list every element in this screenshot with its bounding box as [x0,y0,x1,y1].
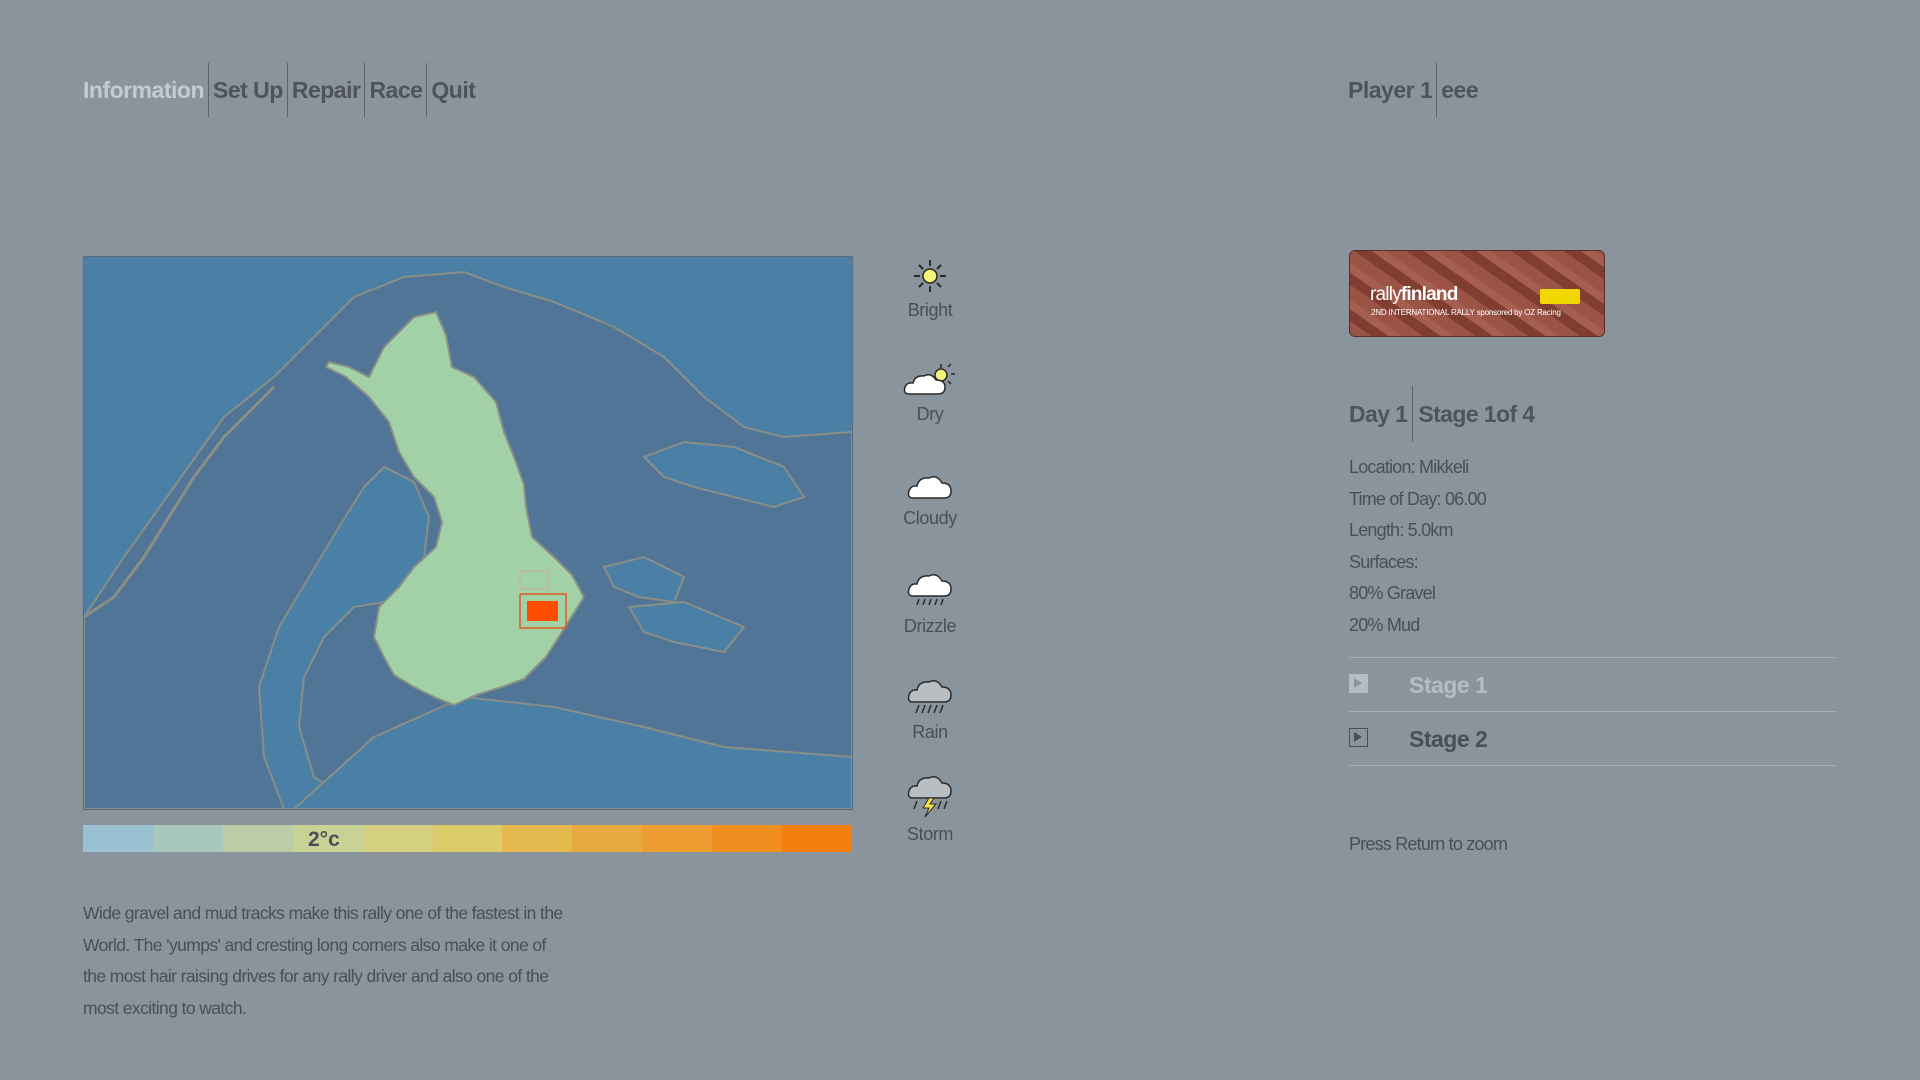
surface-gravel: 80% Gravel [1349,583,1436,603]
player-label: Player 1 [1348,77,1433,103]
stage-header: Day 1 Stage 1of 4 [1349,386,1539,442]
storm-icon [907,776,952,818]
banner-title: rallyfinland [1370,284,1458,305]
main-menu: Information Set Up Repair Race Quit [83,63,479,117]
temperature-value: 2°c [308,828,340,851]
stage-item-2[interactable]: Stage 2 [1349,712,1836,766]
play-arrow-icon [1349,674,1368,693]
weather-label: Rain [912,722,948,742]
player-name: eee [1436,63,1482,117]
weather-label: Cloudy [903,508,957,528]
stage-info: Location: Mikkeli Time of Day: 06.00 Len… [1349,452,1487,641]
sun-icon [914,260,946,292]
finland-map-icon [84,257,852,809]
player-header: Player 1 eee [1348,63,1482,117]
weather-drizzle: Drizzle [880,570,980,637]
tab-information[interactable]: Information [83,63,208,117]
banner-subtitle: 2ND INTERNATIONAL RALLY sponsored by OZ … [1371,308,1561,317]
weather-dry: Dry [880,362,980,425]
surface-mud: 20% Mud [1349,614,1420,635]
oz-racing-logo [1540,289,1580,304]
drizzle-icon [907,574,952,606]
weather-label: Drizzle [903,616,957,636]
rally-finland-banner: rallyfinland 2ND INTERNATIONAL RALLY spo… [1349,250,1605,337]
play-arrow-icon [1349,728,1368,747]
stage-label: Stage 2 [1409,726,1488,752]
stage-list: Stage 1 Stage 2 [1349,657,1836,766]
weather-rain: Rain [880,676,980,743]
time-of-day: Time of Day: 06.00 [1349,488,1487,509]
temperature-bar [83,825,852,852]
stage-label: Stage 1 [1409,672,1488,698]
stage-count-label: Stage 1of 4 [1412,386,1539,442]
stage-length: Length: 5.0km [1349,520,1453,540]
tab-set-up[interactable]: Set Up [208,63,287,117]
cloud-icon [907,476,952,499]
surfaces-label: Surfaces: [1349,551,1419,572]
stage-item-1[interactable]: Stage 1 [1349,658,1836,712]
weather-label: Bright [907,300,953,320]
weather-label: Dry [916,404,944,424]
day-label: Day 1 [1349,401,1408,427]
rally-description: Wide gravel and mud tracks make this ral… [83,903,563,1018]
weather-cloudy: Cloudy [880,468,980,529]
tab-repair[interactable]: Repair [286,63,365,117]
rally-map[interactable] [83,256,853,810]
tab-quit[interactable]: Quit [426,63,479,117]
weather-storm: Storm [880,774,980,845]
zoom-hint: Press Return to zoom [1349,834,1508,854]
weather-label: Storm [906,824,953,844]
rain-icon [907,680,952,714]
location: Location: Mikkeli [1349,457,1469,477]
tab-race[interactable]: Race [364,63,426,117]
cloud-sun-icon [903,363,955,395]
weather-bright: Bright [880,258,980,321]
